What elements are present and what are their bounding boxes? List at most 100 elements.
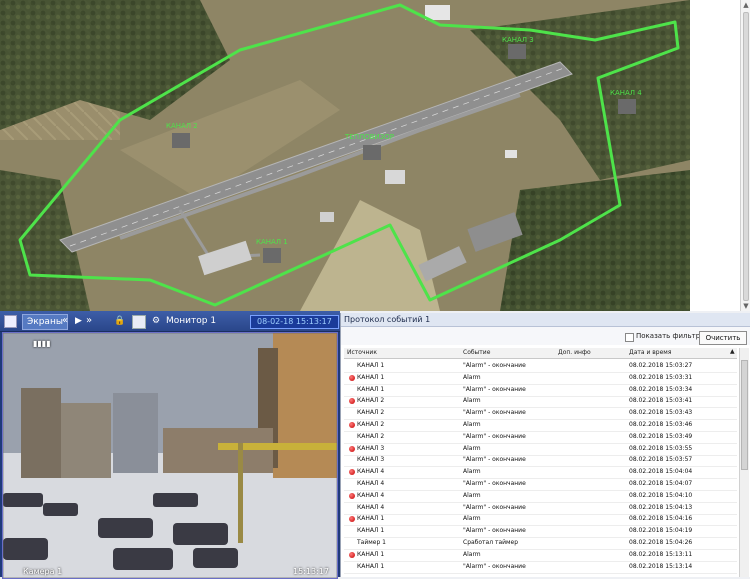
event-datetime: 08.02.2018 15:13:11 (629, 550, 693, 558)
camera-resolution-label: ▮▮▮▮ (33, 339, 51, 348)
event-name: "Alarm" - окончание (463, 385, 526, 393)
event-name: "Alarm" - окончание (463, 456, 526, 464)
column-datetime[interactable]: Дата и время (629, 349, 671, 356)
alarm-indicator-icon (349, 374, 355, 381)
event-source: КАНАЛ 4 (357, 503, 385, 511)
alarm-indicator-icon (349, 492, 355, 499)
list-icon[interactable] (132, 315, 146, 329)
event-source: КАНАЛ 1 (357, 362, 385, 369)
event-source: КАНАЛ 2 (357, 409, 385, 417)
event-name: "Alarm" - окончание (463, 409, 526, 417)
scroll-up-icon[interactable]: ▲ (741, 0, 750, 10)
event-source: КАНАЛ 4 (357, 480, 385, 487)
zone-label-kanal2: КАНАЛ 2 (166, 122, 198, 130)
event-datetime: 08.02.2018 15:04:04 (629, 468, 693, 476)
monitor-name: Монитор 1 (166, 316, 217, 326)
alarm-indicator-icon (349, 398, 355, 405)
camera-marker-icon (618, 99, 636, 114)
event-source: КАНАЛ 1 (357, 562, 385, 570)
event-source: КАНАЛ 2 (357, 432, 385, 440)
column-source[interactable]: Источник (347, 349, 377, 356)
play-icon[interactable]: ▶ (75, 314, 82, 328)
event-log-title: Протокол событий 1 (341, 313, 750, 327)
event-name: "Alarm" - окончание (463, 362, 526, 369)
event-datetime: 08.02.2018 15:03:27 (629, 362, 693, 369)
column-event[interactable]: Событие (463, 349, 490, 356)
forward-icon[interactable]: » (86, 314, 92, 328)
camera-name-overlay: Камера 1 (23, 567, 63, 576)
event-source: КАНАЛ 1 (357, 550, 385, 558)
camera-time-overlay: 15:13:17 (293, 567, 329, 576)
event-source: КАНАЛ 4 (357, 491, 385, 499)
scroll-down-icon[interactable]: ▼ (741, 301, 750, 311)
event-name: "Alarm" - окончание (463, 503, 526, 511)
alarm-indicator-icon (349, 516, 355, 523)
event-datetime: 08.02.2018 15:04:10 (629, 491, 693, 499)
zone-label-thermal: ТЕПЛОВИЗОР (344, 133, 394, 141)
event-datetime: 08.02.2018 15:03:49 (629, 432, 693, 440)
show-filters-label: Показать фильтры (636, 332, 706, 340)
event-log-panel: Протокол событий 1 Показать фильтры Очис… (340, 313, 750, 577)
event-source: КАНАЛ 2 (357, 421, 385, 428)
event-name: "Alarm" - окончание (463, 432, 526, 440)
camera-marker-icon (363, 145, 381, 160)
event-source: КАНАЛ 1 (357, 515, 385, 523)
event-name: Alarm (463, 550, 481, 558)
column-info[interactable]: Доп. инфо (558, 349, 591, 356)
event-source: КАНАЛ 3 (357, 444, 385, 452)
event-datetime: 08.02.2018 15:04:19 (629, 527, 693, 535)
event-name: Alarm (463, 515, 481, 523)
camera-marker-icon (263, 248, 281, 263)
site-map[interactable]: КАНАЛ 3 КАНАЛ 4 КАНАЛ 2 ТЕПЛОВИЗОР КАНАЛ… (0, 0, 740, 311)
event-datetime: 08.02.2018 15:03:55 (629, 444, 693, 452)
event-datetime: 08.02.2018 15:13:14 (629, 562, 693, 570)
event-name: "Alarm" - окончание (463, 527, 526, 535)
monitor-settings-icon[interactable]: ⚙ (152, 314, 160, 328)
camera-view[interactable]: ▮▮▮▮ Камера 1 15:13:17 (2, 332, 338, 579)
event-source: КАНАЛ 1 (357, 373, 385, 381)
event-log-toolbar: Показать фильтры Очистить (341, 327, 750, 345)
alarm-indicator-icon (349, 445, 355, 452)
event-datetime: 08.02.2018 15:03:43 (629, 409, 693, 417)
lock-icon[interactable]: 🔒 (114, 314, 125, 328)
event-name: "Alarm" - окончание (463, 480, 526, 487)
event-name: Alarm (463, 397, 481, 405)
event-datetime: 08.02.2018 15:03:34 (629, 385, 693, 393)
event-row[interactable]: КАНАЛ 1 "Alarm" - окончание 08.02.2018 15:… (344, 561, 737, 574)
event-name: Alarm (463, 373, 481, 381)
map-scrollbar[interactable]: ▲ ▼ (740, 0, 750, 311)
event-log-scrollbar-thumb[interactable] (741, 360, 748, 470)
event-table: Источник Событие Доп. инфо Дата и время … (344, 348, 737, 577)
camera-marker-icon (508, 44, 526, 59)
alarm-indicator-icon (349, 469, 355, 476)
clear-button[interactable]: Очистить (699, 331, 747, 345)
event-source: КАНАЛ 1 (357, 527, 385, 535)
video-monitor: Экраны « ▶ » 🔒 ⚙ Монитор 1 08-02-18 15:1… (0, 311, 340, 579)
event-datetime: 08.02.2018 15:03:41 (629, 397, 693, 405)
event-source: КАНАЛ 1 (357, 385, 385, 393)
satellite-map-image: КАНАЛ 3 КАНАЛ 4 КАНАЛ 2 ТЕПЛОВИЗОР КАНАЛ… (0, 0, 740, 311)
map-scrollbar-thumb[interactable] (743, 12, 749, 301)
alarm-indicator-icon (349, 422, 355, 428)
event-name: Alarm (463, 491, 481, 499)
event-datetime: 08.02.2018 15:04:16 (629, 515, 693, 523)
event-log-scrollbar[interactable] (739, 348, 749, 577)
layout-icon[interactable] (4, 315, 17, 328)
event-datetime: 08.02.2018 15:03:57 (629, 456, 693, 464)
event-datetime: 08.02.2018 15:04:07 (629, 480, 693, 487)
show-filters-checkbox[interactable] (625, 333, 634, 342)
monitor-datetime: 08-02-18 15:13:17 (250, 315, 339, 329)
event-datetime: 08.02.2018 15:04:26 (629, 539, 693, 546)
event-name: Alarm (463, 421, 481, 428)
monitor-toolbar: Экраны « ▶ » 🔒 ⚙ Монитор 1 08-02-18 15:1… (0, 311, 340, 332)
zone-label-kanal3: КАНАЛ 3 (502, 36, 534, 44)
event-source: КАНАЛ 3 (357, 456, 385, 464)
event-datetime: 08.02.2018 15:04:13 (629, 503, 693, 511)
rewind-icon[interactable]: « (62, 314, 68, 328)
event-name: "Alarm" - окончание (463, 562, 526, 570)
event-name: Alarm (463, 468, 481, 476)
event-source: Таймер 1 (357, 539, 386, 546)
alarm-indicator-icon (349, 551, 355, 558)
event-source: КАНАЛ 2 (357, 397, 385, 405)
event-datetime: 08.02.2018 15:03:46 (629, 421, 693, 428)
